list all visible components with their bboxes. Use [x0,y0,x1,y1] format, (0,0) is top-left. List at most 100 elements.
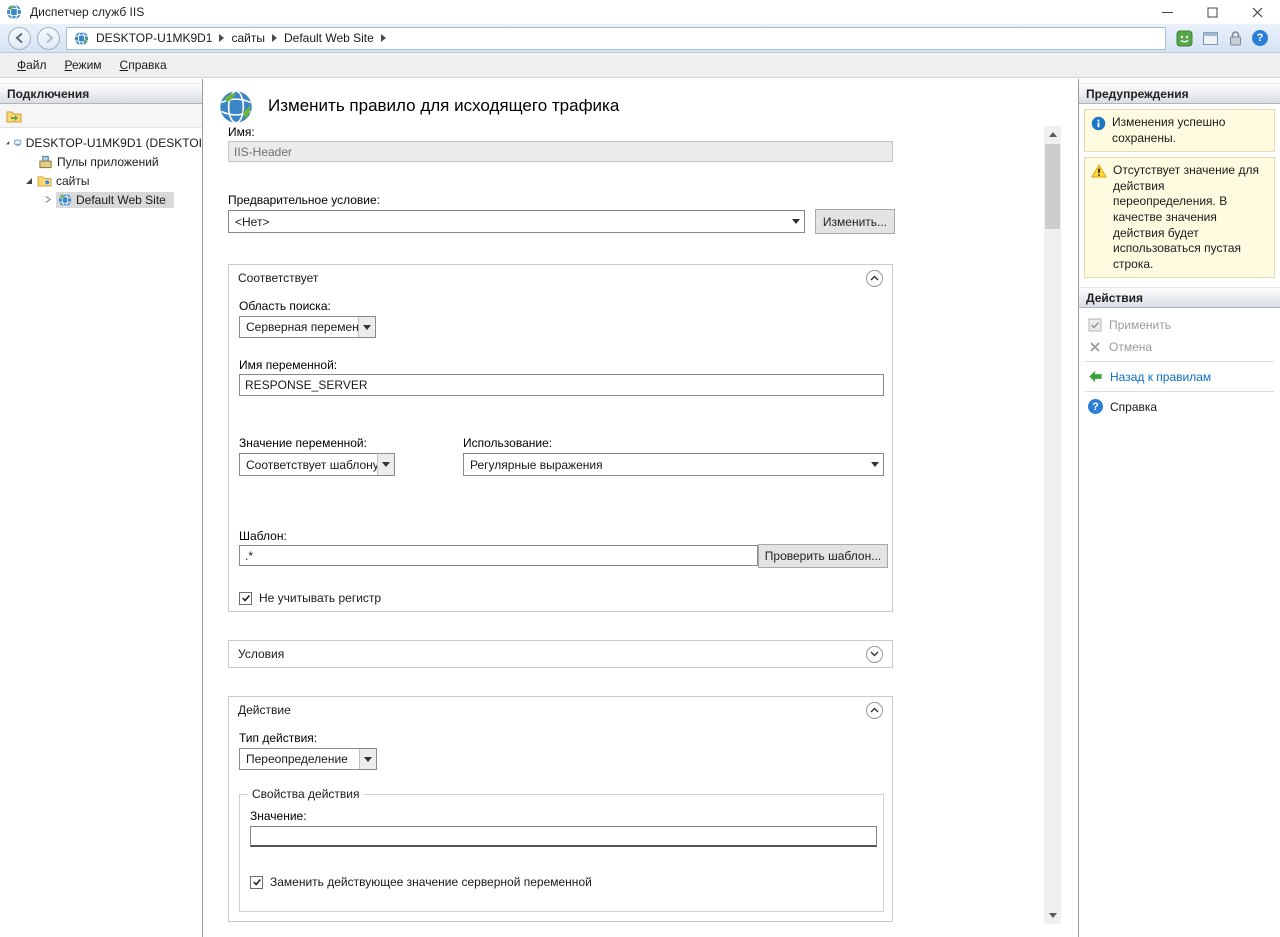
tree-item-server[interactable]: DESKTOP-U1MK9D1 (DESKTOI [0,133,202,152]
replace-value-checkbox[interactable] [250,876,263,889]
edit-precondition-button[interactable]: Изменить... [815,209,895,234]
usage-value: Регулярные выражения [470,458,603,472]
vertical-scrollbar[interactable] [1044,126,1061,924]
back-to-rules-action[interactable]: Назад к правилам [1079,365,1280,388]
alerts-header: Предупреждения [1079,83,1280,104]
check-icon [241,593,251,603]
action-type-select[interactable]: Переопределение [239,748,377,770]
tree-item-label: Пулы приложений [57,155,159,169]
help-label[interactable]: Справка [1110,400,1157,414]
tree-expanded-icon[interactable] [24,176,33,185]
chevron-down-icon [866,454,883,475]
selected-tree-item[interactable]: Default Web Site [56,192,174,208]
actions-separator [1085,391,1274,392]
action-properties-group: Свойства действия Значение: Заменить дей… [239,794,884,912]
server-icon [14,136,22,150]
breadcrumb-arrow-icon [381,34,386,42]
action-section-header: Действие [229,697,892,723]
tree-item-label: DESKTOP-U1MK9D1 (DESKTOI [26,136,202,150]
scope-label: Область поиска: [239,299,331,313]
message-window-icon[interactable] [1202,30,1219,47]
scroll-up-icon[interactable] [1044,126,1061,143]
collapse-icon[interactable] [866,702,883,719]
collapse-icon[interactable] [866,270,883,287]
info-icon [1091,116,1106,131]
lock-icon[interactable] [1228,30,1243,47]
address-bar-icons: ? [1172,30,1272,47]
ignore-case-checkbox[interactable] [239,592,252,605]
test-pattern-button[interactable]: Проверить шаблон... [758,544,888,568]
chevron-down-icon [359,749,376,769]
action-properties-legend: Свойства действия [248,787,363,801]
back-to-rules-label[interactable]: Назад к правилам [1110,370,1211,384]
help-action[interactable]: ? Справка [1079,395,1280,418]
rule-name-input [228,141,893,162]
breadcrumb-arrow-icon [272,34,277,42]
tree-item-sites[interactable]: сайты [0,171,202,190]
back-arrow-icon [1088,369,1103,384]
check-icon [252,877,262,887]
pattern-label: Шаблон: [239,529,287,543]
pattern-input[interactable] [239,545,758,566]
main-content: Изменить правило для исходящего трафика … [204,79,1077,937]
action-type-label: Тип действия: [239,731,317,745]
menu-view[interactable]: Режим [56,54,111,76]
tree-item-default-web-site[interactable]: Default Web Site [0,190,202,209]
right-panel: Предупреждения Изменения успешно сохране… [1078,79,1280,937]
breadcrumb-item-default-web-site[interactable]: Default Web Site [284,31,374,45]
match-section-header: Соответствует [229,265,892,291]
precondition-select[interactable]: <Нет> [228,210,805,233]
tree-collapsed-icon[interactable] [44,195,52,204]
precondition-label: Предварительное условие: [228,193,380,207]
variable-value-value: Соответствует шаблону [246,458,377,472]
cancel-action: Отмена [1079,336,1280,358]
breadcrumb-item-server[interactable]: DESKTOP-U1MK9D1 [96,31,212,45]
connections-panel: Подключения DESKTOP-U1MK9D1 (DESKTOI Пул… [0,79,203,937]
warning-icon [1091,164,1107,178]
usage-label: Использование: [463,436,552,450]
connections-header: Подключения [0,83,202,104]
action-type-value: Переопределение [246,752,348,766]
save-connection-icon[interactable] [6,109,22,123]
feedback-icon[interactable] [1176,30,1193,47]
scope-value: Серверная переменн [246,320,358,334]
address-bar: DESKTOP-U1MK9D1 сайты Default Web Site [0,24,1280,53]
tree-item-label: сайты [56,174,90,188]
variable-value-select[interactable]: Соответствует шаблону [239,453,395,476]
scrollbar-thumb[interactable] [1045,144,1060,229]
apply-icon [1088,318,1102,332]
apply-action: Применить [1079,314,1280,336]
action-section-title: Действие [238,703,291,717]
info-alert: Изменения успешно сохранены. [1084,109,1275,152]
breadcrumb-arrow-icon [219,34,224,42]
ignore-case-label: Не учитывать регистр [259,591,381,605]
sites-folder-icon [37,174,52,187]
expand-icon[interactable] [866,646,883,663]
warning-alert-text: Отсутствует значение для действия переоп… [1113,163,1268,272]
connections-tree: DESKTOP-U1MK9D1 (DESKTOI Пулы приложений… [0,128,202,209]
scroll-down-icon[interactable] [1044,907,1061,924]
help-icon[interactable]: ? [1252,30,1268,46]
cancel-icon [1088,340,1102,354]
action-value-input[interactable] [250,826,877,847]
chevron-down-icon [358,317,375,337]
usage-select[interactable]: Регулярные выражения [463,453,884,476]
info-alert-text: Изменения успешно сохранены. [1112,115,1268,146]
minimize-button[interactable] [1145,0,1190,24]
maximize-button[interactable] [1190,0,1235,24]
menu-help[interactable]: Справка [111,54,176,76]
variable-name-input[interactable] [239,374,884,396]
forward-button[interactable] [37,27,60,50]
scope-select[interactable]: Серверная переменн [239,316,376,338]
menu-file[interactable]: Файл [8,54,56,76]
menu-bar: Файл Режим Справка [0,53,1280,78]
tree-expanded-icon[interactable] [5,138,10,147]
tree-item-app-pools[interactable]: Пулы приложений [0,152,202,171]
name-label: Имя: [228,125,255,139]
page-globe-icon [218,89,254,125]
breadcrumb: DESKTOP-U1MK9D1 сайты Default Web Site [66,27,1166,50]
close-button[interactable] [1235,0,1280,24]
back-button[interactable] [8,27,31,50]
breadcrumb-item-sites[interactable]: сайты [231,31,265,45]
chevron-down-icon [787,211,804,232]
